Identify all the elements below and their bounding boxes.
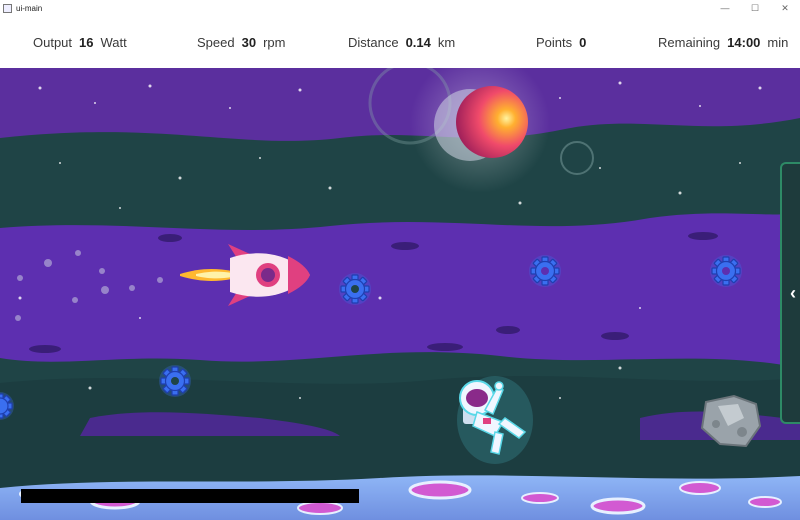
stats-bar: Output 16 Watt Speed 30 rpm Distance 0.1… — [0, 16, 800, 68]
crater — [408, 480, 472, 500]
star — [259, 157, 261, 159]
progress-bar — [21, 489, 359, 503]
stat-unit: km — [437, 34, 456, 50]
star — [599, 167, 601, 169]
star — [758, 86, 762, 90]
star — [739, 162, 741, 164]
stat-points: Points 0 — [536, 16, 593, 68]
astronaut-hand — [494, 381, 504, 391]
star — [559, 97, 561, 99]
window-controls: — ☐ ✕ — [710, 0, 800, 16]
chevron-left-icon: ‹ — [790, 282, 796, 303]
star — [518, 201, 522, 205]
window-title: ui-main — [16, 3, 43, 13]
dust-particle — [44, 259, 52, 267]
stat-value: 30 — [241, 34, 257, 50]
band-crater — [601, 332, 629, 340]
stat-value: 14:00 — [727, 34, 761, 50]
dust-particle — [15, 315, 21, 321]
star — [94, 102, 96, 104]
stat-label: Output — [33, 34, 73, 50]
band-crater — [158, 234, 182, 242]
star — [229, 107, 231, 109]
side-panel-toggle[interactable]: ‹ — [780, 162, 800, 424]
stat-unit: rpm — [263, 34, 286, 50]
crater — [521, 492, 559, 504]
star — [88, 386, 92, 390]
rocket-window-glass — [261, 268, 275, 282]
star — [618, 366, 622, 370]
astronaut-visor — [466, 389, 488, 407]
stat-label: Points — [536, 34, 573, 50]
stat-distance: Distance 0.14 km — [348, 16, 455, 68]
stat-label: Speed — [197, 34, 235, 50]
band-crater — [688, 232, 718, 240]
stat-unit: Watt — [100, 34, 127, 50]
crater — [748, 496, 782, 508]
app-icon — [3, 3, 12, 13]
band-crater — [391, 242, 419, 250]
crater — [297, 501, 343, 515]
star — [59, 162, 61, 164]
dust-particle — [72, 297, 78, 303]
band-crater — [496, 326, 520, 334]
stat-value: 0.14 — [405, 34, 431, 50]
gear-icon — [529, 255, 561, 287]
stat-label: Distance — [348, 34, 399, 50]
star — [119, 207, 121, 209]
star — [178, 176, 182, 180]
window-titlebar: ui-main — ☐ ✕ — [0, 0, 800, 16]
stat-label: Remaining — [658, 34, 721, 50]
maximize-button[interactable]: ☐ — [740, 0, 770, 16]
star — [298, 88, 302, 92]
gear-icon — [339, 273, 371, 305]
star — [618, 81, 622, 85]
dust-particle — [99, 268, 105, 274]
stat-unit: min — [767, 34, 789, 50]
stat-output: Output 16 Watt — [33, 16, 127, 68]
dust-particle — [157, 277, 163, 283]
star — [18, 296, 22, 300]
star — [299, 397, 301, 399]
dust-particle — [129, 285, 135, 291]
gear-icon — [710, 255, 742, 287]
star — [699, 105, 701, 107]
crater — [679, 481, 721, 495]
minimize-button[interactable]: — — [710, 0, 740, 16]
astronaut-chest-panel — [483, 418, 491, 424]
mid-purple-band — [0, 213, 800, 368]
game-canvas[interactable] — [0, 68, 800, 520]
star — [678, 191, 682, 195]
dust-particle — [17, 275, 23, 281]
stat-remaining: Remaining 14:00 min — [658, 16, 788, 68]
star — [639, 307, 641, 309]
star — [38, 86, 42, 90]
gear-icon — [159, 365, 191, 397]
star — [378, 296, 382, 300]
close-button[interactable]: ✕ — [770, 0, 800, 16]
star — [148, 84, 152, 88]
planet — [456, 86, 528, 158]
band-crater — [427, 343, 463, 351]
band-crater — [29, 345, 61, 353]
stat-speed: Speed 30 rpm — [197, 16, 285, 68]
space-scene — [0, 68, 800, 520]
stat-value: 0 — [579, 34, 587, 50]
star — [328, 186, 332, 190]
astronaut — [457, 376, 533, 464]
star — [559, 397, 561, 399]
crater — [590, 497, 646, 515]
dust-particle — [75, 250, 81, 256]
stat-value: 16 — [79, 34, 94, 50]
star — [139, 317, 141, 319]
dust-particle — [101, 286, 109, 294]
